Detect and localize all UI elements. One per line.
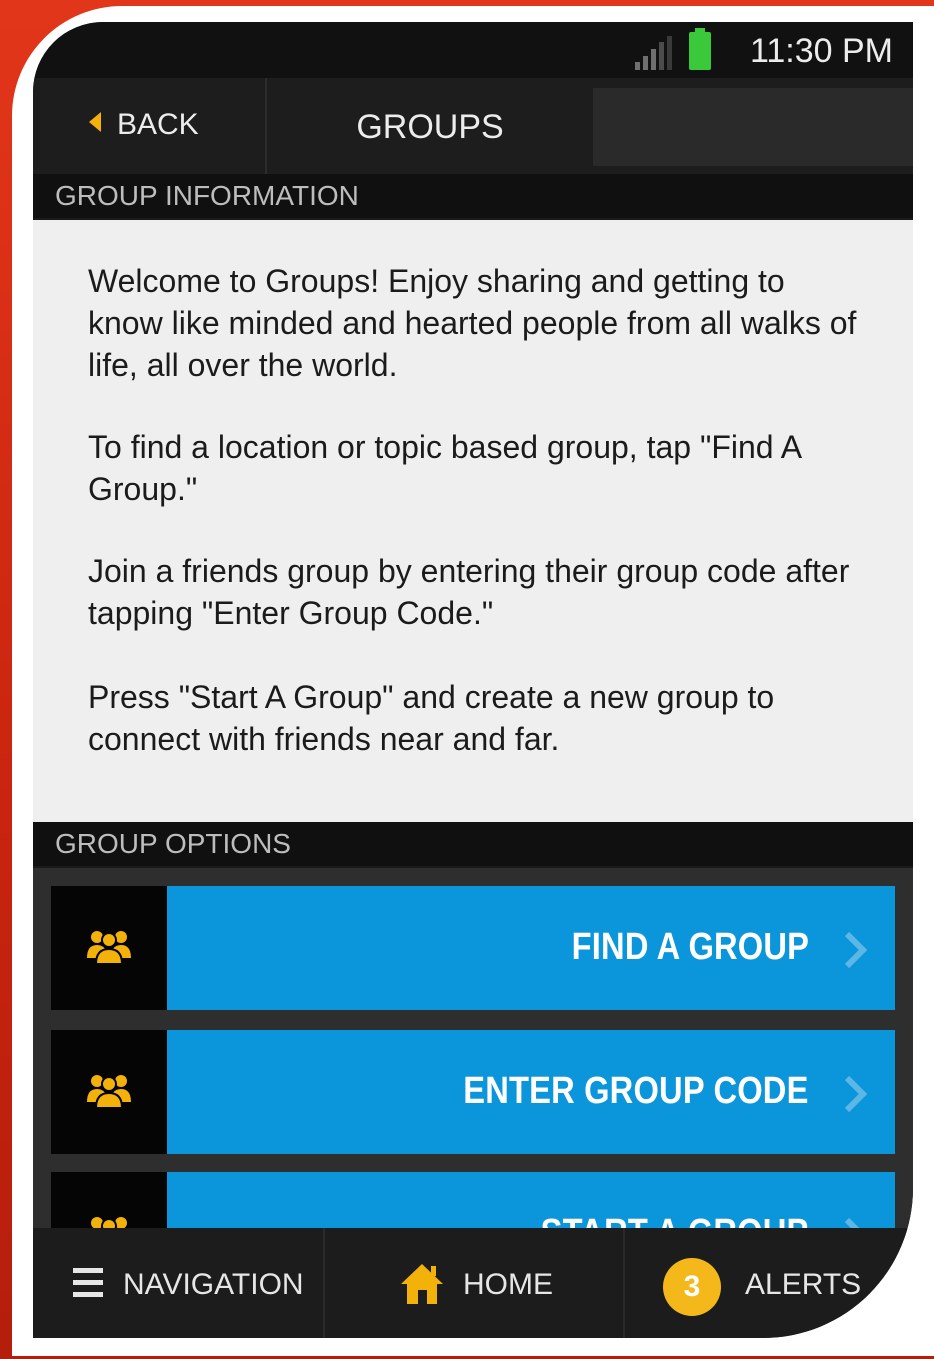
alerts-count-badge: 3 [663, 1258, 721, 1316]
bottom-navigation-bar: NAVIGATION HOME ALERTS 3 [33, 1228, 913, 1338]
group-icon [87, 1075, 131, 1108]
home-icon [401, 1264, 443, 1304]
info-paragraph-join: Join a friends group by entering their g… [88, 553, 850, 631]
info-paragraph-start: Press "Start A Group" and create a new g… [88, 679, 775, 757]
alerts-label: ALERTS [745, 1268, 862, 1301]
chevron-right-icon [844, 931, 868, 969]
home-label: HOME [463, 1268, 553, 1301]
back-button[interactable]: BACK [33, 78, 267, 174]
group-information-heading: GROUP INFORMATION [33, 174, 913, 218]
navigation-button[interactable]: NAVIGATION [33, 1228, 325, 1338]
back-label: BACK [117, 108, 199, 141]
status-bar: 11:30 PM [33, 22, 913, 78]
group-icon [87, 931, 131, 964]
app-screen: 11:30 PM BACK GROUPS GROUP INFORMATION W… [33, 22, 913, 1338]
option-bar: ENTER GROUP CODE [167, 1030, 895, 1154]
chevron-right-icon [844, 1075, 868, 1113]
option-bar: FIND A GROUP [167, 886, 895, 1010]
find-a-group-button[interactable]: FIND A GROUP [51, 886, 895, 1010]
option-icon-box [51, 886, 167, 1010]
signal-icon [635, 36, 672, 70]
status-time: 11:30 PM [749, 32, 893, 70]
menu-icon [73, 1268, 103, 1298]
info-paragraph-welcome: Welcome to Groups! Enjoy sharing and get… [88, 263, 857, 383]
back-arrow-icon [89, 112, 101, 132]
option-label: FIND A GROUP [571, 926, 809, 968]
group-information-panel: Welcome to Groups! Enjoy sharing and get… [33, 220, 913, 822]
info-paragraph-find: To find a location or topic based group,… [88, 429, 801, 507]
enter-group-code-button[interactable]: ENTER GROUP CODE [51, 1030, 895, 1154]
page-title: GROUPS [356, 108, 504, 146]
group-options-list: FIND A GROUP ENTER GROUP CODE START A GR… [33, 868, 913, 1238]
option-icon-box [51, 1030, 167, 1154]
top-header: BACK GROUPS [33, 78, 913, 174]
home-button[interactable]: HOME [323, 1228, 625, 1338]
header-right-panel [593, 88, 913, 166]
battery-icon [689, 28, 711, 70]
navigation-label: NAVIGATION [123, 1268, 304, 1301]
option-label: ENTER GROUP CODE [463, 1070, 809, 1112]
group-options-heading: GROUP OPTIONS [33, 822, 913, 866]
